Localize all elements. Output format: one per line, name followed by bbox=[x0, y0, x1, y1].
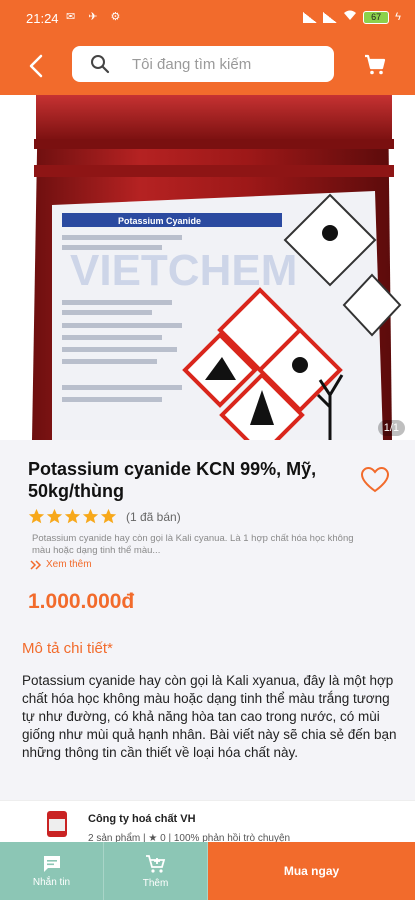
product-price: 1.000.000đ bbox=[28, 590, 135, 613]
message-button[interactable]: Nhắn tin bbox=[0, 842, 104, 900]
image-counter: 1/1 bbox=[377, 420, 405, 436]
sold-count: (1 đã bán) bbox=[126, 509, 181, 524]
rating-row: (1 đã bán) bbox=[28, 508, 181, 525]
buy-now-button[interactable]: Mua ngay bbox=[208, 842, 415, 900]
star-icon bbox=[100, 508, 117, 524]
status-icons: 67 ϟ bbox=[303, 10, 401, 24]
status-time: 21:24 bbox=[26, 11, 59, 26]
product-image[interactable]: Potassium Cyanide VIETCHEM 1/1 bbox=[0, 95, 415, 440]
cart-icon bbox=[365, 54, 386, 75]
wifi-icon bbox=[343, 10, 357, 24]
cart-button[interactable] bbox=[358, 48, 392, 82]
signal-icon bbox=[303, 11, 318, 23]
message-label: Nhắn tin bbox=[32, 876, 71, 888]
chat-icon bbox=[43, 855, 60, 872]
search-bar[interactable] bbox=[72, 46, 334, 82]
add-label: Thêm bbox=[142, 877, 169, 889]
label-title: Potassium Cyanide bbox=[118, 216, 201, 226]
charging-icon: ϟ bbox=[395, 11, 401, 23]
star-icon bbox=[46, 508, 63, 524]
star-icon bbox=[82, 508, 99, 524]
detail-description: Potassium cyanide hay còn gọi là Kali xy… bbox=[22, 673, 397, 760]
seller-logo bbox=[47, 811, 67, 837]
star-icon bbox=[64, 508, 81, 524]
star-icon bbox=[28, 508, 45, 524]
signal-icon-2 bbox=[323, 11, 338, 23]
favorite-button[interactable] bbox=[360, 466, 390, 494]
bottom-action-bar: Nhắn tin Thêm Mua ngay bbox=[0, 842, 415, 900]
add-cart-icon bbox=[145, 854, 165, 873]
detail-heading: Mô tả chi tiết* bbox=[22, 640, 113, 657]
see-more-label: Xem thêm bbox=[46, 559, 92, 570]
seller-name: Công ty hoá chất VH bbox=[88, 813, 196, 825]
watermark-text: VIETCHEM bbox=[70, 246, 297, 295]
product-info: Potassium cyanide KCN 99%, Mỹ, 50kg/thùn… bbox=[0, 440, 415, 800]
heart-icon bbox=[360, 466, 390, 493]
notification-icons: ✉ ✈ ⚙ bbox=[66, 11, 126, 23]
short-description: Potassium cyanide hay còn gọi là Kali cy… bbox=[32, 533, 354, 556]
double-chevron-right-icon bbox=[30, 559, 42, 570]
back-button[interactable] bbox=[20, 50, 52, 82]
product-title: Potassium cyanide KCN 99%, Mỹ, 50kg/thùn… bbox=[28, 459, 317, 501]
chevron-left-icon bbox=[29, 54, 43, 78]
top-bar: 21:24 ✉ ✈ ⚙ 67 ϟ bbox=[0, 0, 415, 95]
search-icon bbox=[82, 46, 118, 82]
status-bar: 21:24 ✉ ✈ ⚙ 67 ϟ bbox=[0, 0, 415, 36]
search-input[interactable] bbox=[132, 55, 312, 73]
add-to-cart-button[interactable]: Thêm bbox=[104, 842, 208, 900]
see-more-link[interactable]: Xem thêm bbox=[30, 559, 92, 570]
barrel-illustration: Potassium Cyanide VIETCHEM bbox=[0, 95, 415, 440]
battery-icon: 67 bbox=[363, 10, 390, 24]
seller-row[interactable]: Công ty hoá chất VH 2 sản phẩm | ★ 0 | 1… bbox=[0, 800, 415, 844]
